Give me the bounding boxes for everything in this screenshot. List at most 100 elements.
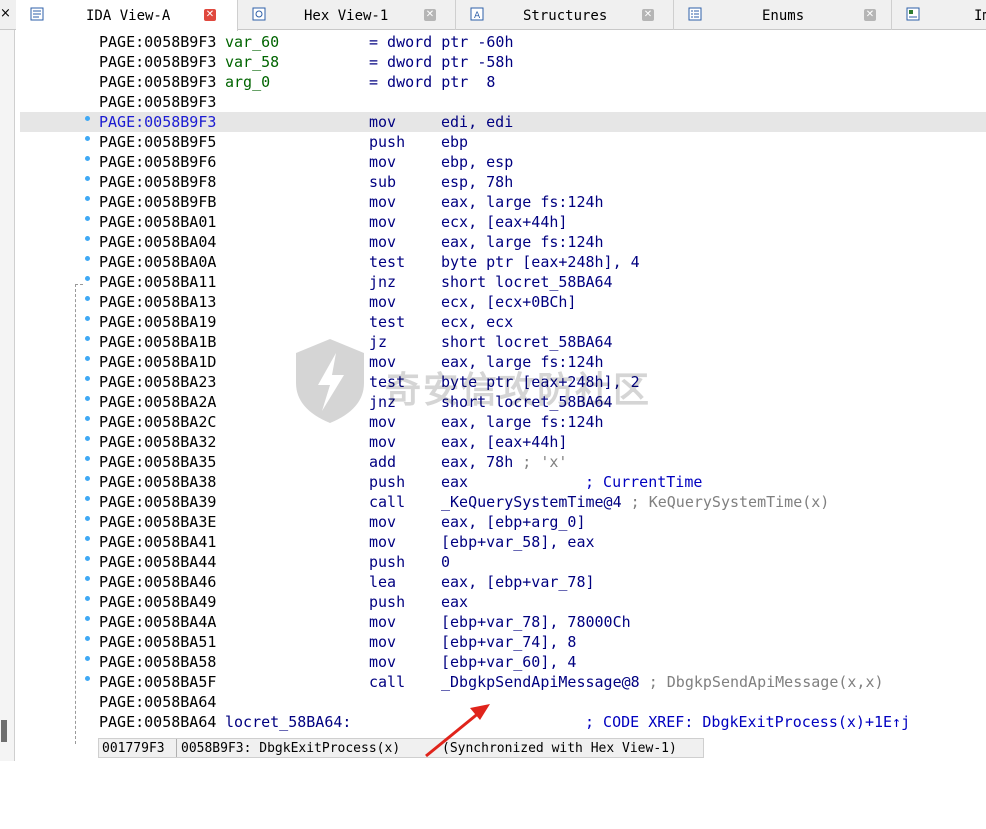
- instruction-operands[interactable]: eax, large fs:124h: [441, 412, 604, 432]
- instruction-operands[interactable]: eax, large fs:124h: [441, 192, 604, 212]
- listing-line[interactable]: PAGE:0058BA19 test ecx, ecx: [20, 312, 986, 332]
- breakpoint-dot-icon[interactable]: [85, 276, 90, 281]
- close-tab-icon[interactable]: ✕: [642, 9, 654, 21]
- instruction-operands[interactable]: esp, 78h: [441, 172, 513, 192]
- listing-line[interactable]: PAGE:0058B9F3 var_58 = dword ptr -58h: [20, 52, 986, 72]
- listing-line[interactable]: PAGE:0058BA04 mov eax, large fs:124h: [20, 232, 986, 252]
- operand-text[interactable]: eax: [441, 593, 468, 611]
- breakpoint-dot-icon[interactable]: [85, 536, 90, 541]
- breakpoint-dot-icon[interactable]: [85, 576, 90, 581]
- close-left-icon[interactable]: ×: [0, 6, 11, 21]
- instruction-operands[interactable]: byte ptr [eax+248h], 2: [441, 372, 640, 392]
- operand-text[interactable]: edi, edi: [441, 113, 513, 131]
- operand-text[interactable]: eax, large fs:124h: [441, 233, 604, 251]
- instruction-operands[interactable]: eax, [ebp+var_78]: [441, 572, 595, 592]
- listing-line[interactable]: PAGE:0058BA01 mov ecx, [eax+44h]: [20, 212, 986, 232]
- listing-line[interactable]: PAGE:0058BA35 add eax, 78h ; 'x': [20, 452, 986, 472]
- operand-text[interactable]: eax, large fs:124h: [441, 353, 604, 371]
- close-tab-icon[interactable]: ✕: [864, 9, 876, 21]
- breakpoint-dot-icon[interactable]: [85, 376, 90, 381]
- instruction-operands[interactable]: _DbgkpSendApiMessage@8 ; DbgkpSendApiMes…: [441, 672, 884, 692]
- breakpoint-dot-icon[interactable]: [85, 436, 90, 441]
- stack-var-name[interactable]: var_58: [225, 52, 279, 72]
- breakpoint-dot-icon[interactable]: [85, 356, 90, 361]
- operand-text[interactable]: [ebp+var_74], 8: [441, 633, 576, 651]
- breakpoint-dot-icon[interactable]: [85, 296, 90, 301]
- operand-text[interactable]: ecx, ecx: [441, 313, 513, 331]
- operand-text[interactable]: eax, [eax+44h]: [441, 433, 567, 451]
- breakpoint-dot-icon[interactable]: [85, 496, 90, 501]
- close-tab-icon[interactable]: ✕: [424, 9, 436, 21]
- listing-line[interactable]: PAGE:0058BA1B jz short locret_58BA64: [20, 332, 986, 352]
- breakpoint-dot-icon[interactable]: [85, 636, 90, 641]
- operand-text[interactable]: ebp, esp: [441, 153, 513, 171]
- operand-text[interactable]: eax, 78h: [441, 453, 513, 471]
- breakpoint-dot-icon[interactable]: [85, 256, 90, 261]
- listing-line[interactable]: PAGE:0058B9F6 mov ebp, esp: [20, 152, 986, 172]
- listing-line[interactable]: PAGE:0058B9F5 push ebp: [20, 132, 986, 152]
- listing-line[interactable]: PAGE:0058BA3E mov eax, [ebp+arg_0]: [20, 512, 986, 532]
- listing-line[interactable]: PAGE:0058BA2C mov eax, large fs:124h: [20, 412, 986, 432]
- instruction-operands[interactable]: ecx, [ecx+0BCh]: [441, 292, 576, 312]
- breakpoint-dot-icon[interactable]: [85, 116, 90, 121]
- instruction-operands[interactable]: short locret_58BA64: [441, 332, 613, 352]
- listing-line[interactable]: PAGE:0058B9F3 var_60 = dword ptr -60h: [20, 32, 986, 52]
- listing-line[interactable]: PAGE:0058B9F3 mov edi, edi: [20, 112, 986, 132]
- stack-var-name[interactable]: var_60: [225, 32, 279, 52]
- listing-line[interactable]: PAGE:0058BA39 call _KeQuerySystemTime@4 ; …: [20, 492, 986, 512]
- operand-text[interactable]: [ebp+var_78], 78000Ch: [441, 613, 631, 631]
- close-tab-icon[interactable]: ✕: [204, 9, 216, 21]
- breakpoint-dot-icon[interactable]: [85, 196, 90, 201]
- listing-line[interactable]: PAGE:0058BA13 mov ecx, [ecx+0BCh]: [20, 292, 986, 312]
- instruction-operands[interactable]: eax, large fs:124h: [441, 232, 604, 252]
- listing-line[interactable]: PAGE:0058BA2A jnz short locret_58BA64: [20, 392, 986, 412]
- operand-text[interactable]: [ebp+var_58], eax: [441, 533, 595, 551]
- breakpoint-dot-icon[interactable]: [85, 336, 90, 341]
- left-splitter[interactable]: [0, 30, 15, 761]
- operand-text[interactable]: ecx, [eax+44h]: [441, 213, 567, 231]
- breakpoint-dot-icon[interactable]: [85, 676, 90, 681]
- listing-line[interactable]: PAGE:0058BA51 mov [ebp+var_74], 8: [20, 632, 986, 652]
- operand-text[interactable]: ebp: [441, 133, 468, 151]
- listing-line[interactable]: PAGE:0058BA38 push eax ; CurrentTime: [20, 472, 986, 492]
- tab-imports[interactable]: Im: [892, 0, 986, 30]
- listing-line[interactable]: PAGE:0058BA46 lea eax, [ebp+var_78]: [20, 572, 986, 592]
- operand-text[interactable]: esp, 78h: [441, 173, 513, 191]
- listing-line[interactable]: PAGE:0058B9F3: [20, 92, 986, 112]
- operand-text[interactable]: eax, [ebp+arg_0]: [441, 513, 586, 531]
- breakpoint-dot-icon[interactable]: [85, 616, 90, 621]
- instruction-operands[interactable]: 0: [441, 552, 450, 572]
- listing-line[interactable]: PAGE:0058BA4A mov [ebp+var_78], 78000Ch: [20, 612, 986, 632]
- breakpoint-dot-icon[interactable]: [85, 656, 90, 661]
- listing-line[interactable]: PAGE:0058BA44 push 0: [20, 552, 986, 572]
- instruction-operands[interactable]: eax: [441, 592, 468, 612]
- tab-structures[interactable]: A Structures ✕: [456, 0, 674, 30]
- disassembly-listing[interactable]: PAGE:0058B9F3 var_60 = dword ptr -60h PAGE:…: [20, 30, 986, 744]
- listing-line[interactable]: PAGE:0058BA23 test byte ptr [eax+248h], 2: [20, 372, 986, 392]
- instruction-operands[interactable]: [ebp+var_78], 78000Ch: [441, 612, 631, 632]
- instruction-operands[interactable]: eax, [eax+44h]: [441, 432, 567, 452]
- listing-line[interactable]: PAGE:0058BA5F call _DbgkpSendApiMessage@8 …: [20, 672, 986, 692]
- operand-text[interactable]: eax, large fs:124h: [441, 193, 604, 211]
- breakpoint-dot-icon[interactable]: [85, 516, 90, 521]
- breakpoint-dot-icon[interactable]: [85, 456, 90, 461]
- listing-line[interactable]: PAGE:0058BA1D mov eax, large fs:124h: [20, 352, 986, 372]
- operand-text[interactable]: _KeQuerySystemTime@4: [441, 493, 622, 511]
- instruction-operands[interactable]: [ebp+var_60], 4: [441, 652, 576, 672]
- breakpoint-dot-icon[interactable]: [85, 176, 90, 181]
- breakpoint-dot-icon[interactable]: [85, 556, 90, 561]
- breakpoint-dot-icon[interactable]: [85, 236, 90, 241]
- instruction-operands[interactable]: eax: [441, 472, 468, 492]
- instruction-operands[interactable]: eax, [ebp+arg_0]: [441, 512, 586, 532]
- operand-text[interactable]: eax, large fs:124h: [441, 413, 604, 431]
- stack-var-name[interactable]: arg_0: [225, 72, 270, 92]
- instruction-operands[interactable]: [ebp+var_74], 8: [441, 632, 576, 652]
- operand-text[interactable]: _DbgkpSendApiMessage@8: [441, 673, 640, 691]
- listing-line[interactable]: PAGE:0058BA64 locret_58BA64: ; CODE XREF: …: [20, 712, 986, 732]
- breakpoint-dot-icon[interactable]: [85, 476, 90, 481]
- breakpoint-dot-icon[interactable]: [85, 136, 90, 141]
- operand-text[interactable]: ecx, [ecx+0BCh]: [441, 293, 576, 311]
- operand-text[interactable]: 0: [441, 553, 450, 571]
- listing-line[interactable]: PAGE:0058BA58 mov [ebp+var_60], 4: [20, 652, 986, 672]
- instruction-operands[interactable]: ecx, [eax+44h]: [441, 212, 567, 232]
